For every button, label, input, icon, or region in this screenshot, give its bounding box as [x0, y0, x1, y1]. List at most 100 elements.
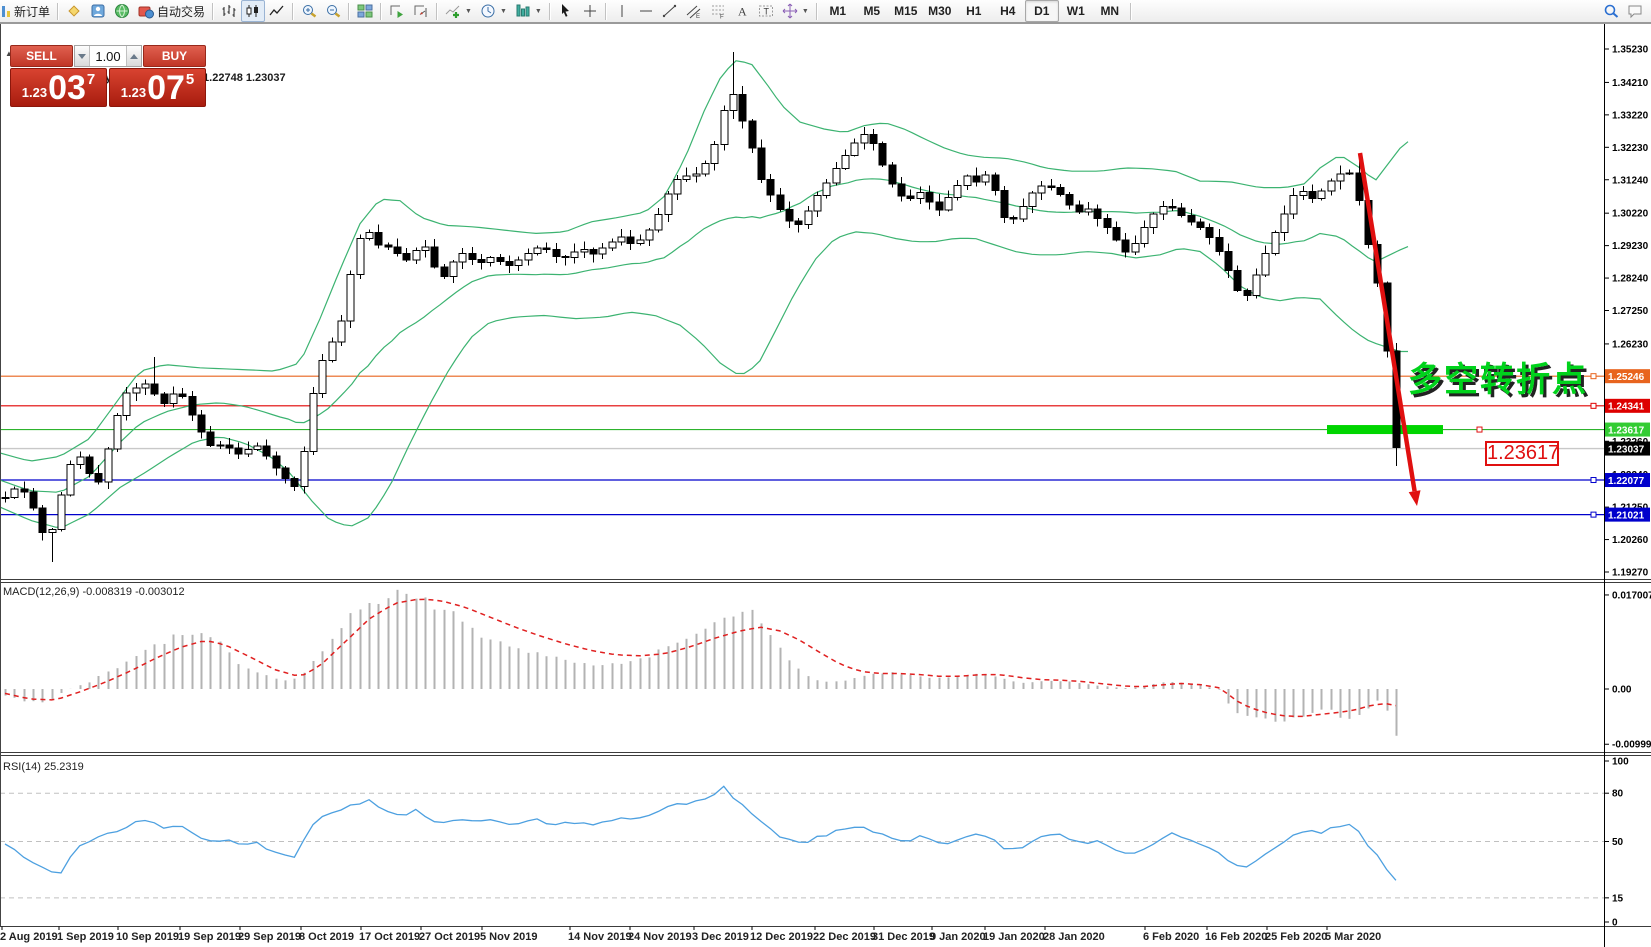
chart-shift-button[interactable] [409, 0, 433, 22]
tf-mn[interactable]: MN [1093, 0, 1127, 22]
horizontal-line-button[interactable] [634, 0, 658, 22]
price-tick-label: 1.19270 [1612, 568, 1649, 579]
price-tick-label: 1.20260 [1612, 535, 1649, 546]
toolbar-separator [292, 3, 294, 20]
periods-button[interactable]: ▼ [476, 0, 511, 22]
price-tick-label: 1.27250 [1612, 306, 1649, 317]
tf-m1[interactable]: M1 [821, 0, 855, 22]
level-marker[interactable] [1591, 403, 1596, 408]
toolbar-separator [605, 3, 607, 20]
autotrading-button[interactable]: 自动交易 [134, 0, 209, 22]
price-level-box-label: 1.21021 [1608, 510, 1645, 521]
buy-price[interactable]: 1.23 07 5 [109, 68, 206, 107]
price-callout[interactable]: 1.23617 [1485, 441, 1559, 466]
toolbar-separator [348, 3, 350, 20]
new-order-button-label: 新订单 [14, 3, 50, 20]
arrows-button[interactable]: ▼ [778, 0, 813, 22]
price-axis[interactable]: 1.352301.342101.332201.322301.312401.302… [1604, 45, 1651, 929]
level-marker[interactable] [1591, 512, 1596, 517]
trendline-button[interactable] [658, 0, 682, 22]
price-level-lines[interactable] [0, 374, 1604, 517]
date-tick-label: 19 Jan 2020 [983, 931, 1045, 943]
sell-button[interactable]: SELL [10, 45, 73, 67]
cursor-button[interactable] [554, 0, 578, 22]
zoom-in-button[interactable] [297, 0, 321, 22]
svg-text:T: T [763, 7, 769, 17]
price-tick-label: 1.34210 [1612, 78, 1649, 89]
tf-h1-label: H1 [966, 4, 981, 18]
volume-decrease-button[interactable] [75, 46, 90, 66]
indicators-button[interactable]: ▼ [441, 0, 476, 22]
text-button[interactable]: A [730, 0, 754, 22]
sell-price-sup: 7 [87, 71, 95, 88]
tf-d1[interactable]: D1 [1025, 0, 1059, 22]
level-marker[interactable] [1591, 478, 1596, 483]
highlight-bar[interactable] [1327, 425, 1443, 434]
line-chart-button[interactable] [265, 0, 289, 22]
price-tick-label: 1.30220 [1612, 209, 1649, 220]
date-tick-label: 5 Mar 2020 [1325, 931, 1381, 943]
channel-button[interactable]: E [682, 0, 706, 22]
candles-icon [245, 3, 261, 19]
crosshair-button[interactable] [578, 0, 602, 22]
market-watch-button[interactable] [62, 0, 86, 22]
new-order-button[interactable]: 新订单 [0, 0, 54, 22]
tf-w1-label: W1 [1067, 4, 1085, 18]
level-marker[interactable] [1591, 374, 1596, 379]
tf-m15[interactable]: M15 [889, 0, 923, 22]
timeframe-group: M1 M5 M15M30 H1 H4 D1 W1 MN [821, 0, 1127, 22]
auto-scroll-button[interactable] [385, 0, 409, 22]
fibonacci-button[interactable]: F [706, 0, 730, 22]
toolbar-separator [212, 3, 214, 20]
buy-price-sup: 5 [186, 71, 194, 88]
date-tick-label: 12 Dec 2019 [750, 931, 813, 943]
price-level-box-label: 1.24341 [1608, 402, 1645, 413]
macd-header: MACD(12,26,9) -0.008319 -0.003012 [3, 586, 185, 598]
sell-price-prefix: 1.23 [22, 86, 47, 99]
date-axis[interactable]: 2 Aug 20191 Sep 201910 Sep 201919 Sep 20… [0, 927, 1381, 944]
data-window-button[interactable] [86, 0, 110, 22]
chart-canvas[interactable]: 1.352301.342101.332201.322301.312401.302… [0, 23, 1651, 947]
tf-m5[interactable]: M5 [855, 0, 889, 22]
chat-icon [1627, 3, 1643, 19]
toolbar-separator [1130, 3, 1132, 20]
trend-arrow[interactable] [1360, 153, 1421, 506]
vline-icon [614, 3, 630, 19]
search-button[interactable] [1599, 0, 1623, 22]
cursor-icon [558, 3, 574, 19]
macd-axis-label: 0.00 [1612, 685, 1632, 696]
templates-button[interactable]: ▼ [511, 0, 546, 22]
label-button[interactable]: T [754, 0, 778, 22]
tf-m30[interactable]: M30 [923, 0, 957, 22]
neworder-icon [0, 3, 11, 19]
vertical-line-button[interactable] [610, 0, 634, 22]
tf-w1[interactable]: W1 [1059, 0, 1093, 22]
navigator-button[interactable] [110, 0, 134, 22]
sell-price[interactable]: 1.23 03 7 [10, 68, 107, 107]
chartshift-icon [413, 3, 429, 19]
volume-increase-button[interactable] [126, 46, 141, 66]
toolbar-separator [816, 3, 818, 20]
level-marker[interactable] [1477, 427, 1482, 432]
chat-button[interactable] [1623, 0, 1647, 22]
date-tick-label: 27 Oct 2019 [419, 931, 480, 943]
tf-m5-label: M5 [863, 4, 880, 18]
tf-h4[interactable]: H4 [991, 0, 1025, 22]
triangle-down-icon [78, 54, 86, 59]
tf-h1[interactable]: H1 [957, 0, 991, 22]
tf-d1-label: D1 [1034, 4, 1049, 18]
svg-text:A: A [738, 5, 747, 19]
buy-button[interactable]: BUY [143, 45, 206, 67]
date-tick-label: 3 Dec 2019 [692, 931, 749, 943]
volume-input[interactable]: 1.00 [90, 46, 126, 66]
bar-chart-button[interactable] [217, 0, 241, 22]
rsi-header: RSI(14) 25.2319 [3, 761, 84, 773]
linechart-icon [269, 3, 285, 19]
zoom-out-button[interactable] [321, 0, 345, 22]
volume-stepper: 1.00 [74, 45, 142, 67]
tile-windows-button[interactable] [353, 0, 377, 22]
tiles-icon [357, 3, 373, 19]
price-level-box-label: 1.22077 [1608, 476, 1645, 487]
clock-icon [480, 3, 496, 19]
candlestick-chart-button[interactable] [241, 0, 265, 22]
